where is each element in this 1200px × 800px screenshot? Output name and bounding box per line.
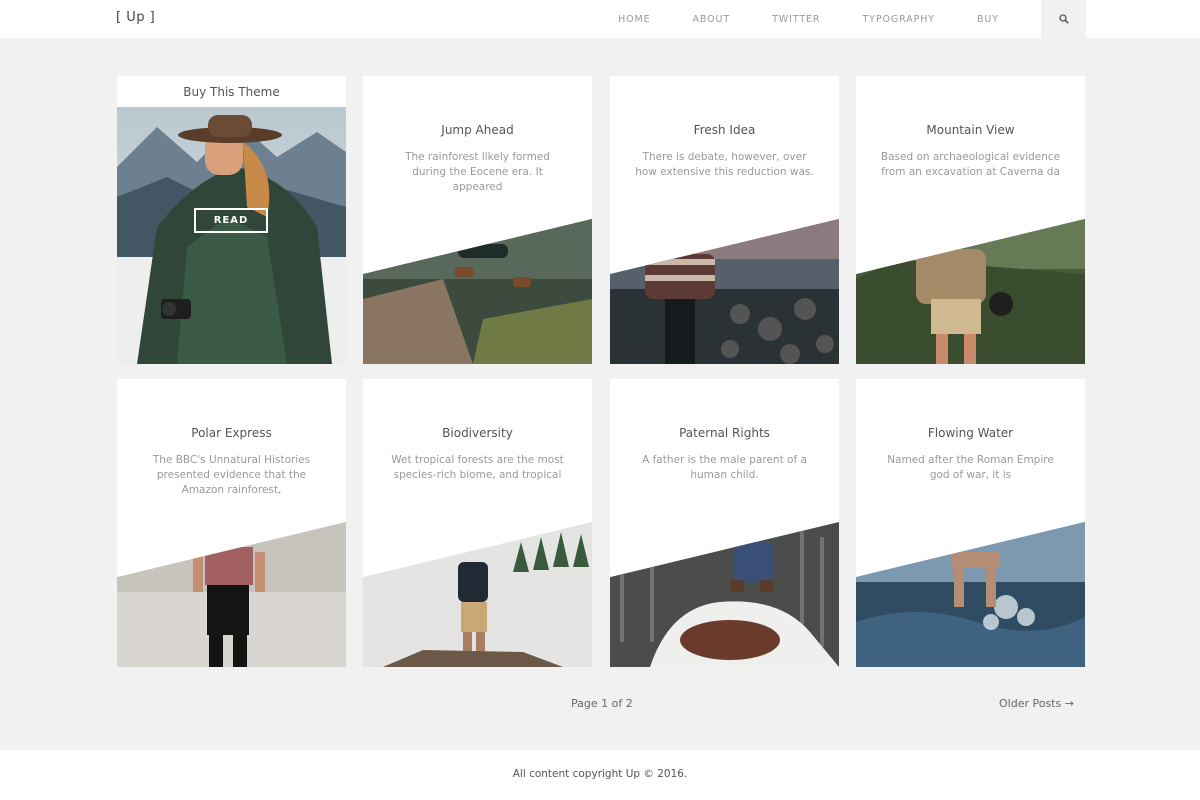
post-title[interactable]: Fresh Idea [610,123,839,137]
post-card[interactable]: Fresh Idea There is debate, however, ove… [610,76,839,364]
post-image [610,522,839,667]
site-header: [ Up ] HOME ABOUT TWITTER TYPOGRAPHY BUY [0,0,1200,38]
post-image [610,219,839,364]
post-title[interactable]: Jump Ahead [363,123,592,137]
nav-typography[interactable]: TYPOGRAPHY [862,14,935,25]
page-indicator: Page 1 of 2 [571,697,633,710]
site-footer: All content copyright Up © 2016. [0,750,1200,800]
pagination: Page 1 of 2 Older Posts → [0,697,1200,713]
post-image [363,219,592,364]
post-excerpt: The BBC's Unnatural Histories presented … [152,454,311,496]
post-excerpt: Named after the Roman Empire god of war,… [887,454,1054,481]
post-title[interactable]: Biodiversity [363,426,592,440]
nav-twitter[interactable]: TWITTER [772,14,820,25]
featured-image [117,107,346,364]
main-nav: HOME ABOUT TWITTER TYPOGRAPHY BUY [618,0,1086,38]
featured-title: Buy This Theme [117,76,346,107]
post-image [856,522,1085,667]
post-image [117,522,346,667]
copyright-text: All content copyright Up © 2016. [512,768,688,780]
site-logo[interactable]: [ Up ] [116,10,155,25]
post-card[interactable]: Flowing Water Named after the Roman Empi… [856,379,1085,667]
older-posts-link[interactable]: Older Posts → [999,697,1074,710]
post-excerpt: Based on archaeological evidence from an… [880,151,1061,178]
post-card[interactable]: Biodiversity Wet tropical forests are th… [363,379,592,667]
post-card[interactable]: Paternal Rights A father is the male par… [610,379,839,667]
post-excerpt: The rainforest likely formed during the … [405,151,550,193]
post-excerpt: A father is the male parent of a human c… [642,454,807,481]
post-card[interactable]: Jump Ahead The rainforest likely formed … [363,76,592,364]
post-title[interactable]: Paternal Rights [610,426,839,440]
post-card[interactable]: Polar Express The BBC's Unnatural Histor… [117,379,346,667]
featured-card[interactable]: Buy This Theme READ [117,76,346,364]
post-excerpt: There is debate, however, over how exten… [635,151,814,178]
search-icon [1058,14,1069,24]
nav-about[interactable]: ABOUT [693,14,731,25]
read-button[interactable]: READ [194,208,268,233]
post-title[interactable]: Mountain View [856,123,1085,137]
post-excerpt: Wet tropical forests are the most specie… [391,454,564,481]
post-title[interactable]: Flowing Water [856,426,1085,440]
post-title[interactable]: Polar Express [117,426,346,440]
nav-home[interactable]: HOME [618,14,650,25]
post-image [856,219,1085,364]
post-card[interactable]: Mountain View Based on archaeological ev… [856,76,1085,364]
nav-buy[interactable]: BUY [977,14,999,25]
post-image [363,522,592,667]
search-button[interactable] [1041,0,1086,38]
